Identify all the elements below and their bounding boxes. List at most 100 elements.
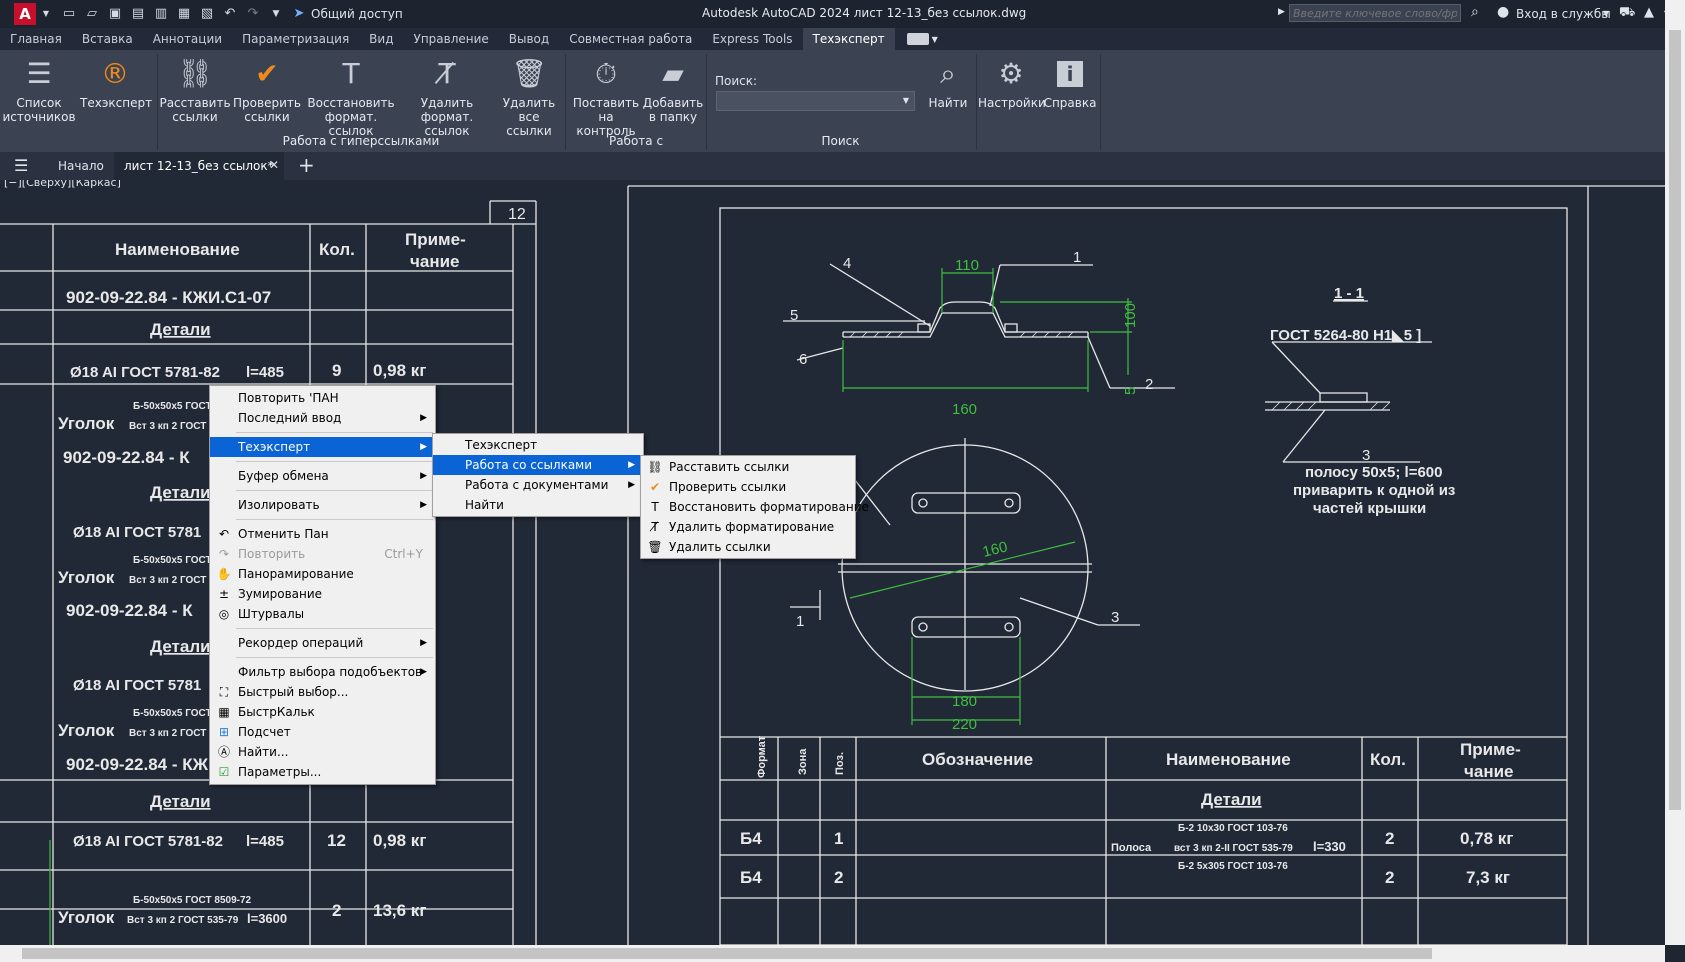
submenu-place-links[interactable]: ⛓ Расставить ссылки [641, 457, 855, 477]
tab-parametric[interactable]: Параметризация [232, 28, 359, 50]
menu-quickcalc-label: БыстрКальк [238, 705, 315, 719]
tab-insert[interactable]: Вставка [72, 28, 143, 50]
menu-isolate[interactable]: Изолировать ▶ [210, 495, 435, 515]
autocad-logo-button[interactable]: A [14, 3, 36, 25]
delete-all-links-button[interactable]: 🗑 Удалить все ссылки [496, 56, 562, 139]
menu-count[interactable]: ⊞ Подсчет [210, 722, 435, 742]
settings-button[interactable]: ⚙ Настройки [978, 56, 1046, 111]
title-bar: A ▼ ▭ ▱ ▣ ▤ ▥ ▦ ▧ ↶ ↷ ▼ ➤ Общий доступ A… [0, 0, 1685, 28]
save-as-icon[interactable]: ▤ [130, 7, 146, 21]
help-button[interactable]: i Справка [1040, 56, 1100, 110]
text-delete-icon: T̸ [438, 57, 456, 90]
close-tab-icon[interactable]: ✕ [269, 158, 279, 172]
tab-annotate[interactable]: Аннотации [143, 28, 232, 50]
menu-steering-wheels[interactable]: ◎ Штурвалы [210, 604, 435, 624]
left-row-ugolok-4: Уголок [58, 908, 115, 927]
search-combobox[interactable]: ▼ [716, 91, 915, 111]
undo-icon[interactable]: ↶ [222, 7, 238, 21]
submenu-delete-links[interactable]: 🗑 Удалить ссылки [641, 537, 855, 557]
open-folder-icon[interactable]: ▱ [84, 7, 100, 21]
sign-in-button[interactable]: Вход в службы [1516, 7, 1611, 21]
vertical-scrollbar[interactable] [1665, 0, 1685, 945]
tab-express-tools[interactable]: Express Tools [702, 28, 802, 50]
check-links-button[interactable]: ✔ Проверить ссылки [230, 56, 304, 125]
open-web-icon[interactable]: ▥ [153, 7, 169, 21]
tab-manage[interactable]: Управление [404, 28, 499, 50]
left-row-qty-4: 12 [327, 831, 346, 850]
keyword-search-input[interactable] [1289, 4, 1461, 22]
start-tab[interactable]: Начало [58, 159, 104, 173]
tab-collaborate[interactable]: Совместная работа [559, 28, 702, 50]
menu-options[interactable]: ☑ Параметры... [210, 762, 435, 782]
menu-clipboard[interactable]: Буфер обмена ▶ [210, 466, 435, 486]
menu-redo-label: Повторить [238, 547, 306, 561]
active-file-tab[interactable]: лист 12-13_без ссылок* ✕ [114, 152, 284, 180]
ribbon-minimize-button[interactable] [906, 33, 929, 45]
left-header-note1: Приме- [405, 230, 466, 249]
techexpert-button[interactable]: ® Техэксперт [80, 56, 152, 111]
add-to-folder-button[interactable]: ▰ Добавить в папку [640, 56, 706, 125]
vertical-scroll-thumb[interactable] [1669, 30, 1681, 810]
sources-list-button[interactable]: ☰ Список источников [2, 56, 76, 125]
sign-in-chevron-icon[interactable]: ▼ [1603, 9, 1609, 18]
ribbon-separator [565, 54, 566, 150]
tab-home[interactable]: Главная [0, 28, 72, 50]
put-on-control-button[interactable]: ⏱ Поставить на контроль [568, 56, 644, 139]
submenu-find-label: Найти [465, 498, 504, 512]
horizontal-scroll-thumb[interactable] [22, 948, 1432, 959]
left-row-len-4: l=485 [246, 833, 284, 850]
customize-quick-access-icon[interactable]: ▼ [268, 7, 284, 21]
share-icon[interactable]: ➤ [291, 7, 307, 21]
rt-row1-qty: 2 [1385, 829, 1394, 848]
save-web-icon[interactable]: ▦ [176, 7, 192, 21]
menu-repeat-pan[interactable]: Повторить 'ПАН [210, 388, 435, 408]
hamburger-menu-icon[interactable]: ☰ [14, 156, 28, 175]
place-links-button[interactable]: ⛓ Расставить ссылки [158, 56, 232, 125]
menu-undo-pan[interactable]: ↶ Отменить Пан [210, 524, 435, 544]
autodesk-icon[interactable]: ▲ [1644, 5, 1654, 20]
plot-icon[interactable]: ▧ [199, 7, 215, 21]
combobox-chevron-icon[interactable]: ▼ [903, 96, 909, 105]
menu-quickcalc[interactable]: ▦ БыстрКальк [210, 702, 435, 722]
submenu-restore-format[interactable]: T Восстановить форматирование [641, 497, 869, 517]
redo-icon[interactable]: ↷ [245, 7, 261, 21]
delete-format-button[interactable]: T̸ Удалить формат. ссылок [401, 56, 493, 139]
search-expand-icon[interactable]: ▶ [1278, 7, 1285, 17]
menu-action-recorder[interactable]: Рекордер операций ▶ [210, 633, 435, 653]
rt-header-qty: Кол. [1370, 750, 1406, 769]
menu-find[interactable]: Ⓐ Найти... [210, 742, 435, 762]
new-file-icon[interactable]: ▭ [61, 7, 77, 21]
submenu-find[interactable]: Найти [433, 495, 643, 515]
menu-subobject-filter[interactable]: Фильтр выбора подобъектов ▶ [210, 662, 435, 682]
save-icon[interactable]: ▣ [107, 7, 123, 21]
left-row-doc-07: 902-09-22.84 - КЖИ.С1-07 [66, 288, 271, 307]
ribbon-separator [1100, 54, 1101, 150]
horizontal-scrollbar[interactable] [0, 945, 1665, 962]
cart-icon[interactable]: ⛟ [1619, 5, 1635, 22]
submenu-links-work[interactable]: Работа со ссылками ▶ [433, 455, 643, 475]
panel-title-hyperlinks: Работа с гиперссылками [282, 134, 440, 148]
restore-format-button[interactable]: T Восстановить формат. ссылок [306, 56, 396, 139]
menu-quick-select[interactable]: ⛶ Быстрый выбор... [210, 682, 435, 702]
menu-pan[interactable]: ✋ Панорамирование [210, 564, 435, 584]
undo-icon: ↶ [218, 527, 230, 541]
submenu-techexpert[interactable]: Техэксперт [433, 435, 643, 455]
tab-view[interactable]: Вид [359, 28, 403, 50]
app-menu-chevron-icon[interactable]: ▼ [38, 7, 54, 21]
submenu-check-links[interactable]: ✔ Проверить ссылки [641, 477, 855, 497]
menu-techexpert[interactable]: Техэксперт ▶ [210, 437, 435, 457]
tab-output[interactable]: Вывод [499, 28, 559, 50]
search-icon[interactable]: ⌕ [1471, 4, 1479, 20]
tab-techexpert[interactable]: Техэксперт [802, 28, 895, 50]
folder-icon: ▰ [662, 57, 684, 90]
submenu-documents-work[interactable]: Работа с документами ▶ [433, 475, 643, 495]
new-tab-plus-icon[interactable]: + [298, 153, 315, 177]
find-button[interactable]: ⌕ Найти [920, 56, 976, 111]
menu-zoom[interactable]: ± Зумирование [210, 584, 435, 604]
submenu-delete-format[interactable]: T̸ Удалить форматирование [641, 517, 855, 537]
submenu-techexpert-label: Техэксперт [465, 438, 538, 452]
ribbon-minimize-chevron-icon[interactable]: ▼ [932, 35, 938, 44]
share-button[interactable]: Общий доступ [311, 7, 403, 21]
menu-recent-input[interactable]: Последний ввод ▶ [210, 408, 435, 428]
dim-220: 220 [952, 716, 977, 733]
